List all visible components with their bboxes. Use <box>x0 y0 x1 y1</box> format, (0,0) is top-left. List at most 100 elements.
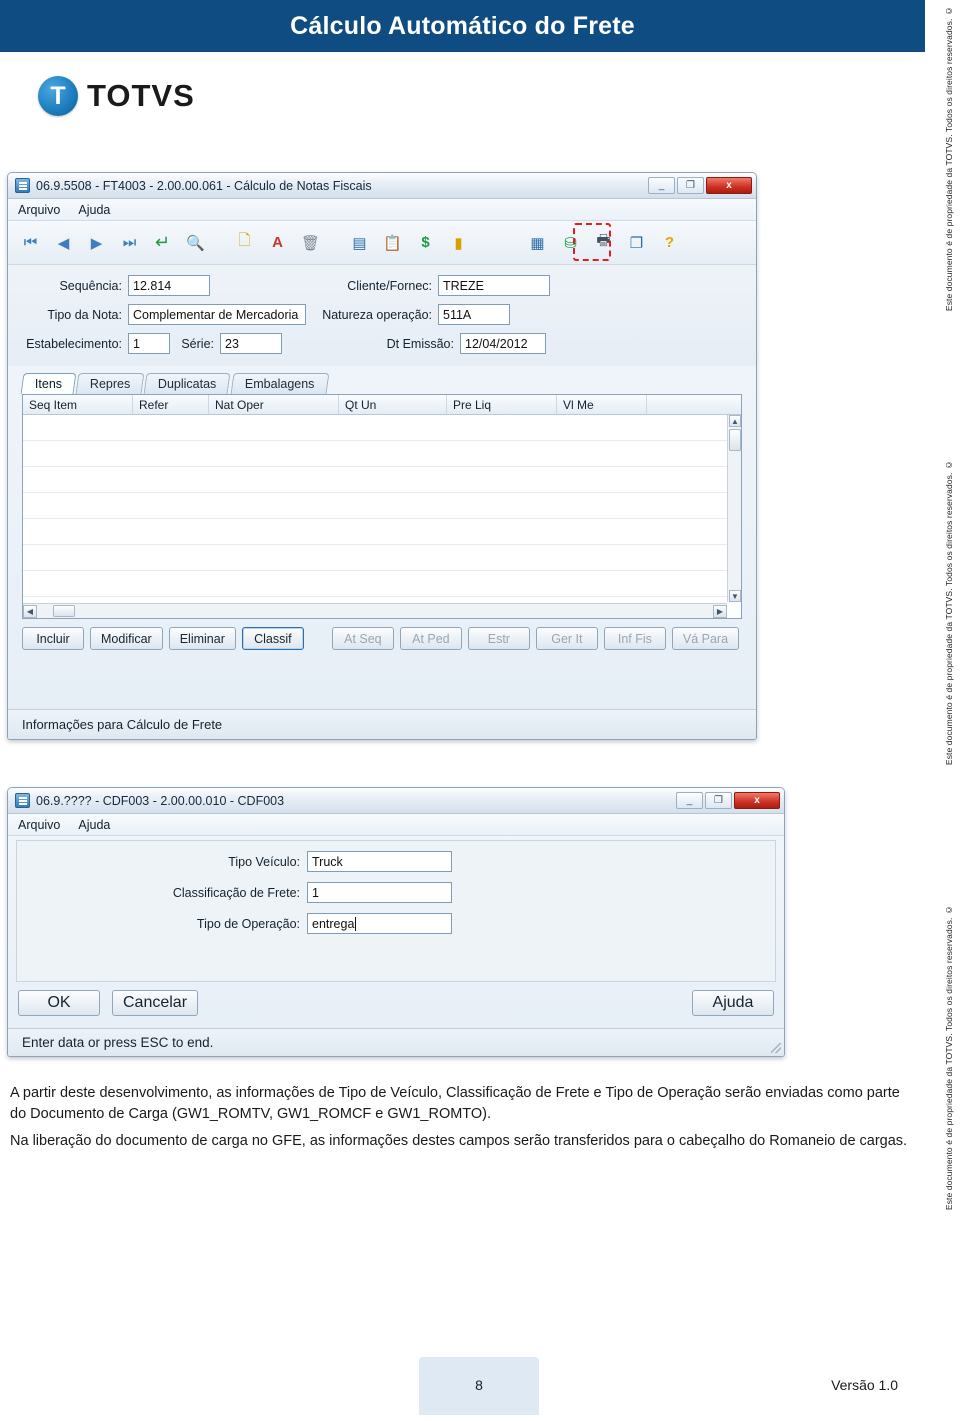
inf-fis-button[interactable]: Inf Fis <box>603 627 666 650</box>
maximize-button[interactable]: ❐ <box>705 792 732 809</box>
tab-strip[interactable]: Itens Repres Duplicatas Embalagens <box>8 370 756 394</box>
menu-bar[interactable]: Arquivo Ajuda <box>8 199 756 221</box>
vertical-scroll-thumb[interactable] <box>729 429 741 451</box>
dialog-buttons[interactable]: OK Cancelar Ajuda <box>16 990 776 1018</box>
first-record-button[interactable]: ⏮ <box>16 227 45 258</box>
ger-it-button[interactable]: Ger It <box>535 627 598 650</box>
table-row[interactable] <box>23 519 727 545</box>
help-button[interactable]: Ajuda <box>692 990 774 1016</box>
tab-duplicatas[interactable]: Duplicatas <box>143 373 232 394</box>
scroll-left-arrow-icon[interactable]: ◀ <box>23 604 37 618</box>
help-button[interactable]: ? <box>655 227 684 258</box>
totvs-t-logo-icon <box>38 76 78 116</box>
input-natureza-operacao[interactable]: 511A <box>438 304 510 325</box>
input-tipo-operacao[interactable]: entrega <box>307 913 452 934</box>
print-button[interactable]: 🖶 <box>589 227 618 258</box>
input-cliente-fornec[interactable]: TREZE <box>438 275 550 296</box>
window-controls[interactable]: _ ❐ x <box>648 177 752 194</box>
input-dt-emissao[interactable]: 12/04/2012 <box>460 333 546 354</box>
menu-bar[interactable]: Arquivo Ajuda <box>8 814 784 836</box>
status-bar: Informações para Cálculo de Frete <box>8 709 756 739</box>
menu-item-arquivo[interactable]: Arquivo <box>18 818 60 832</box>
cancel-button[interactable]: Cancelar <box>112 990 199 1016</box>
window-controls[interactable]: _ ❐ x <box>676 792 780 809</box>
last-record-button[interactable]: ⏭ <box>115 227 144 258</box>
table-row[interactable] <box>23 467 727 493</box>
window-titlebar[interactable]: 06.9.5508 - FT4003 - 2.00.00.061 - Cálcu… <box>8 173 756 199</box>
scroll-right-arrow-icon[interactable]: ▶ <box>713 604 727 618</box>
close-button[interactable]: x <box>734 792 780 809</box>
scroll-down-arrow-icon[interactable]: ▼ <box>729 590 741 602</box>
table-row[interactable] <box>23 571 727 597</box>
search-button[interactable]: 🔍 <box>181 227 210 258</box>
tab-repres[interactable]: Repres <box>75 373 145 394</box>
at-seq-button[interactable]: At Seq <box>331 627 394 650</box>
window-cdf003[interactable]: 06.9.???? - CDF003 - 2.00.00.010 - CDF00… <box>7 787 785 1057</box>
menu-item-ajuda[interactable]: Ajuda <box>78 818 110 832</box>
copy-button[interactable]: ❐ <box>622 227 651 258</box>
va-para-button[interactable]: Vá Para <box>671 627 740 650</box>
items-grid[interactable]: Seq Item Refer Nat Oper Qt Un Pre Liq Vl… <box>22 394 742 619</box>
classif-button[interactable]: Classif <box>241 627 304 650</box>
toolbar[interactable]: ⏮ ◀ ▶ ⏭ ↵ 🔍 🗋 A 🗑 ▤ 📋 $ ▮ ▦ ⛁ 🖶 ❐ ? <box>8 221 756 265</box>
input-estabelecimento[interactable]: 1 <box>128 333 170 354</box>
cdf-form-panel: Tipo Veículo: Truck Classificação de Fre… <box>16 840 776 982</box>
tab-itens[interactable]: Itens <box>20 373 77 394</box>
delete-button[interactable]: 🗑 <box>296 227 325 258</box>
grid-action-buttons[interactable]: Incluir Modificar Eliminar Classif At Se… <box>8 619 756 656</box>
input-serie[interactable]: 23 <box>220 333 282 354</box>
window-calculo-notas-fiscais[interactable]: 06.9.5508 - FT4003 - 2.00.00.061 - Cálcu… <box>7 172 757 740</box>
at-ped-button[interactable]: At Ped <box>399 627 462 650</box>
tab-label: Repres <box>90 377 131 391</box>
freight-calc-button[interactable]: ▦ <box>523 227 552 258</box>
input-tipo-veiculo[interactable]: Truck <box>307 851 452 872</box>
resize-grip-icon[interactable] <box>771 1043 781 1053</box>
next-record-button[interactable]: ▶ <box>82 227 111 258</box>
sidebar-copyright-notes: Este documento é de propriedade da TOTVS… <box>925 0 960 1421</box>
eliminar-button[interactable]: Eliminar <box>168 627 236 650</box>
minimize-button[interactable]: _ <box>676 792 703 809</box>
copyright-note: Este documento é de propriedade da TOTVS… <box>944 6 954 312</box>
estr-button[interactable]: Estr <box>467 627 530 650</box>
input-tipo-nota[interactable]: Complementar de Mercadoria <box>128 304 306 325</box>
incluir-button[interactable]: Incluir <box>22 627 84 650</box>
table-row[interactable] <box>23 441 727 467</box>
minimize-button[interactable]: _ <box>648 177 675 194</box>
horizontal-scroll-thumb[interactable] <box>53 605 75 617</box>
tab-label: Duplicatas <box>158 377 217 391</box>
grid-body[interactable] <box>23 415 727 602</box>
window-titlebar[interactable]: 06.9.???? - CDF003 - 2.00.00.010 - CDF00… <box>8 788 784 814</box>
grid-header-row: Seq Item Refer Nat Oper Qt Un Pre Liq Vl… <box>23 395 741 415</box>
status-bar: Enter data or press ESC to end. <box>8 1028 784 1056</box>
menu-item-arquivo[interactable]: Arquivo <box>18 203 60 217</box>
scroll-up-arrow-icon[interactable]: ▲ <box>729 415 741 427</box>
previous-record-button[interactable]: ◀ <box>49 227 78 258</box>
input-classificacao-frete[interactable]: 1 <box>307 882 452 903</box>
table-row[interactable] <box>23 493 727 519</box>
window-title-text: 06.9.5508 - FT4003 - 2.00.00.061 - Cálcu… <box>36 178 372 193</box>
header-fields: Sequência: 12.814 Cliente/Fornec: TREZE … <box>8 265 756 366</box>
book-button[interactable]: ▮ <box>444 227 473 258</box>
input-sequencia[interactable]: 12.814 <box>128 275 210 296</box>
clipboard-button[interactable]: 📋 <box>378 227 407 258</box>
label-tipo-operacao: Tipo de Operação: <box>196 916 300 931</box>
paragraph-2: Na liberação do documento de carga no GF… <box>10 1133 908 1150</box>
report-button[interactable]: ▤ <box>345 227 374 258</box>
tab-embalagens[interactable]: Embalagens <box>230 373 329 394</box>
currency-button[interactable]: $ <box>411 227 440 258</box>
vertical-scrollbar[interactable]: ▲ ▼ <box>727 415 741 602</box>
table-row[interactable] <box>23 545 727 571</box>
modificar-button[interactable]: Modificar <box>90 627 163 650</box>
table-row[interactable] <box>23 415 727 441</box>
grid-column-nat-oper: Nat Oper <box>209 395 339 414</box>
ok-button[interactable]: OK <box>18 990 100 1016</box>
maximize-button[interactable]: ❐ <box>677 177 704 194</box>
text-edit-button[interactable]: A <box>263 227 292 258</box>
close-button[interactable]: x <box>706 177 752 194</box>
new-document-button[interactable]: 🗋 <box>230 227 259 258</box>
menu-item-ajuda[interactable]: Ajuda <box>78 203 110 217</box>
paragraph-1: A partir deste desenvolvimento, as infor… <box>10 1085 900 1123</box>
horizontal-scrollbar[interactable]: ◀ ▶ <box>23 603 727 618</box>
tree-button[interactable]: ⛁ <box>556 227 585 258</box>
enter-button[interactable]: ↵ <box>148 227 177 258</box>
